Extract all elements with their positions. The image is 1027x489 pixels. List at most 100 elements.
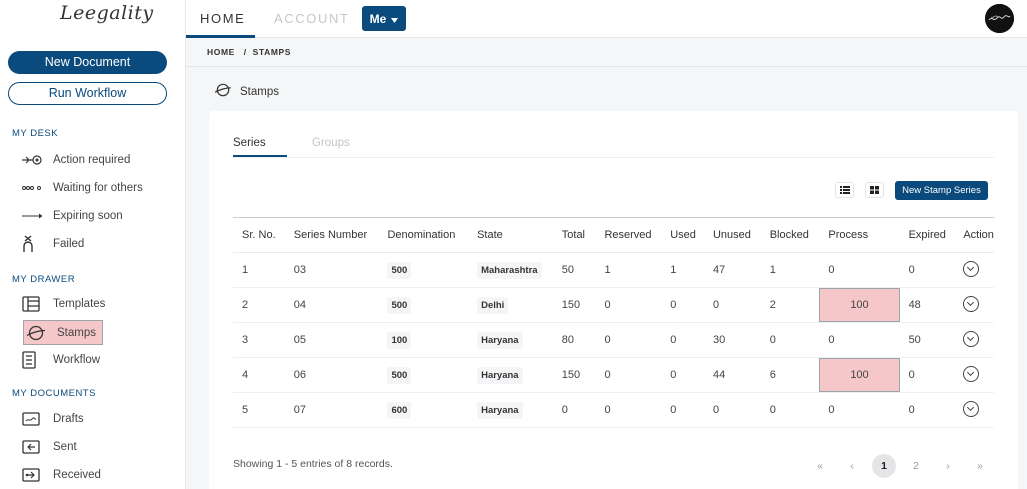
denomination-chip: 500 — [387, 366, 412, 384]
cell-reserved: 0 — [595, 392, 662, 428]
failed-icon — [22, 235, 46, 253]
cell-sr: 2 — [233, 287, 285, 323]
col-used[interactable]: Used — [661, 217, 704, 253]
table-row: 1 03 500 Maharashtra 50 1 1 47 1 0 0 — [233, 252, 994, 288]
cell-action — [954, 322, 994, 358]
expand-chevron-icon[interactable] — [963, 295, 980, 312]
cell-sr: 3 — [233, 322, 285, 358]
cell-sr: 4 — [233, 357, 285, 393]
expand-chevron-icon[interactable] — [963, 260, 980, 277]
expand-chevron-icon[interactable] — [963, 365, 980, 382]
sent-icon — [22, 440, 46, 454]
col-blocked[interactable]: Blocked — [760, 217, 820, 253]
cell-expired: 50 — [899, 322, 955, 358]
last-page-button[interactable]: » — [966, 454, 994, 478]
denomination-chip: 500 — [387, 296, 412, 314]
cell-used: 0 — [661, 357, 704, 393]
col-process[interactable]: Process — [819, 217, 900, 253]
col-series-number[interactable]: Series Number — [284, 217, 379, 253]
arrow-right-icon — [22, 212, 46, 220]
grid-view-button[interactable] — [865, 182, 884, 198]
dots-icon — [22, 184, 46, 192]
cell-unused: 0 — [703, 287, 761, 323]
top-bar: HOME ACCOUNT Me — [186, 0, 1027, 38]
stamp-icon — [214, 83, 232, 100]
drafts-icon — [22, 412, 46, 426]
sidebar-item-waiting-for-others[interactable]: Waiting for others — [22, 176, 143, 200]
page-1-button[interactable]: 1 — [872, 454, 896, 478]
sidebar-item-templates[interactable]: Templates — [22, 292, 105, 316]
cell-process: 0 — [819, 322, 900, 358]
stamp-series-table: Sr. No. Series Number Denomination State… — [233, 217, 994, 428]
sidebar-item-drafts[interactable]: Drafts — [22, 407, 84, 431]
col-sr-no[interactable]: Sr. No. — [233, 217, 285, 253]
table-row: 4 06 500 Haryana 150 0 0 44 6 100 0 — [233, 357, 994, 393]
expand-chevron-icon[interactable] — [963, 330, 980, 347]
tab-series[interactable]: Series — [233, 137, 266, 149]
sidebar-item-label: Received — [53, 469, 101, 481]
denomination-chip: 600 — [387, 401, 412, 419]
cell-used: 1 — [661, 252, 704, 288]
col-unused[interactable]: Unused — [703, 217, 761, 253]
table-body: 1 03 500 Maharashtra 50 1 1 47 1 0 0 2 04 500 Delhi 150… — [233, 252, 994, 428]
state-chip: Delhi — [477, 296, 509, 314]
cell-blocked: 6 — [760, 357, 820, 393]
cell-process: 0 — [819, 252, 900, 288]
nav-home[interactable]: HOME — [200, 11, 245, 26]
sidebar-item-expiring-soon[interactable]: Expiring soon — [22, 204, 123, 228]
breadcrumb-divider — [186, 66, 1027, 67]
sidebar-item-action-required[interactable]: Action required — [22, 148, 130, 172]
prev-page-button[interactable]: ‹ — [838, 454, 866, 478]
page-2-button[interactable]: 2 — [902, 454, 930, 478]
expand-chevron-icon[interactable] — [963, 400, 980, 417]
sidebar-item-label: Sent — [53, 441, 77, 453]
me-dropdown-button[interactable]: Me — [362, 6, 406, 31]
cell-used: 0 — [661, 322, 704, 358]
sidebar-item-received[interactable]: Received — [22, 463, 101, 487]
nav-account[interactable]: ACCOUNT — [274, 11, 349, 26]
section-my-drawer: MY DRAWER — [12, 274, 76, 285]
new-document-button[interactable]: New Document — [8, 51, 167, 74]
cell-total: 0 — [552, 392, 596, 428]
sidebar-item-failed[interactable]: Failed — [22, 232, 84, 256]
sidebar-item-workflow[interactable]: Workflow — [22, 348, 100, 372]
templates-icon — [22, 296, 46, 312]
list-view-button[interactable] — [835, 182, 854, 198]
cell-expired: 0 — [899, 357, 955, 393]
cell-series: 05 — [284, 322, 379, 358]
col-denomination[interactable]: Denomination — [378, 217, 469, 253]
state-chip: Haryana — [477, 366, 523, 384]
cell-process: 100 — [819, 287, 900, 323]
col-expired[interactable]: Expired — [899, 217, 955, 253]
leegality-logo[interactable]: Leegality — [60, 2, 153, 38]
tab-groups[interactable]: Groups — [312, 137, 350, 149]
cell-reserved: 1 — [595, 252, 662, 288]
sidebar-item-stamps[interactable]: Stamps — [23, 320, 103, 345]
cell-total: 80 — [552, 322, 596, 358]
cell-action — [954, 287, 994, 323]
sidebar-item-label: Expiring soon — [53, 210, 123, 222]
sidebar-item-sent[interactable]: Sent — [22, 435, 77, 459]
pagination: « ‹ 1 2 › » — [804, 454, 996, 478]
user-avatar[interactable] — [985, 4, 1014, 33]
cell-state: Haryana — [468, 322, 553, 358]
showing-entries-text: Showing 1 - 5 entries of 8 records. — [233, 458, 393, 470]
sidebar-item-label: Workflow — [53, 354, 101, 366]
col-state[interactable]: State — [468, 217, 553, 253]
sidebar-item-label: Waiting for others — [53, 182, 143, 194]
new-stamp-series-button[interactable]: New Stamp Series — [895, 181, 988, 200]
cell-denomination: 500 — [378, 252, 469, 288]
first-page-button[interactable]: « — [806, 454, 834, 478]
section-my-desk: MY DESK — [12, 128, 59, 139]
col-reserved[interactable]: Reserved — [595, 217, 662, 253]
cell-state: Haryana — [468, 357, 553, 393]
col-total[interactable]: Total — [552, 217, 596, 253]
next-page-button[interactable]: › — [934, 454, 962, 478]
cell-blocked: 1 — [760, 252, 820, 288]
breadcrumb: HOME / STAMPS — [207, 47, 292, 57]
me-label: Me — [369, 11, 387, 26]
list-view-icon — [839, 181, 850, 199]
run-workflow-button[interactable]: Run Workflow — [8, 82, 167, 105]
table-row: 5 07 600 Haryana 0 0 0 0 0 0 0 — [233, 392, 994, 428]
cell-denomination: 100 — [378, 322, 469, 358]
